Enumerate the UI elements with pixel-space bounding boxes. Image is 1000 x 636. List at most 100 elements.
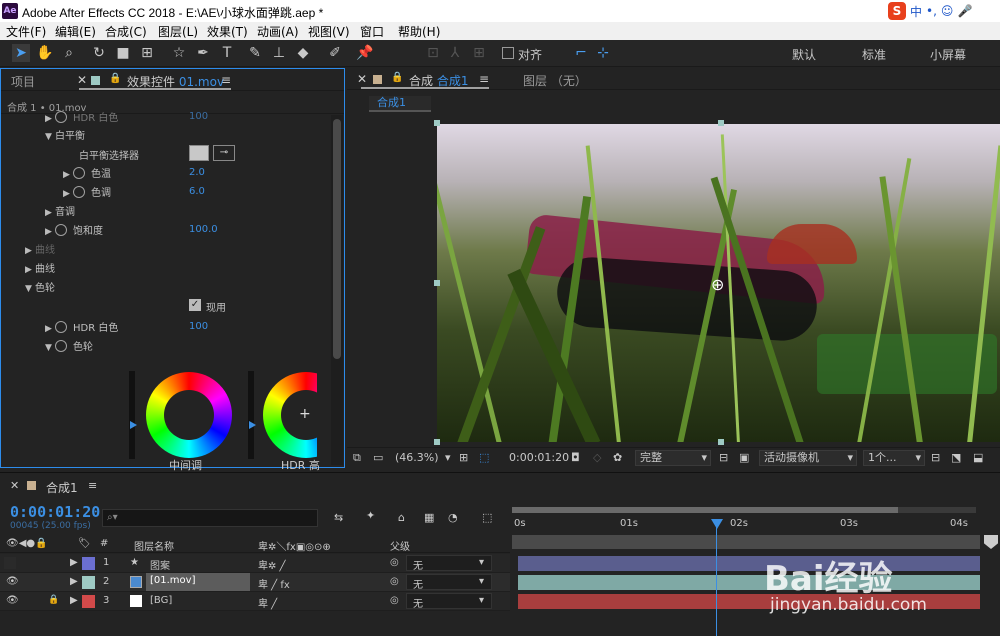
timeline-search-input[interactable]: ⌕▾: [102, 509, 318, 527]
zoom-level[interactable]: (46.3%): [395, 451, 439, 464]
shy-layers-icon[interactable]: ⌂: [398, 511, 405, 524]
layer-handle[interactable]: [434, 439, 440, 445]
menu-help[interactable]: 帮助(H): [398, 23, 440, 40]
anchor-point-icon[interactable]: ⊕: [711, 275, 724, 294]
menu-edit[interactable]: 编辑(E): [55, 23, 96, 40]
playhead-line[interactable]: [716, 519, 717, 636]
workspace-standard[interactable]: 标准: [862, 46, 886, 63]
prop-hdr-white-top[interactable]: ▶ HDR 白色: [45, 109, 118, 124]
tab-project[interactable]: 项目: [11, 73, 35, 90]
region-of-interest-icon[interactable]: ⬚: [479, 451, 489, 464]
puppet-pin-tool-icon[interactable]: 📌: [356, 44, 374, 62]
layer-switches[interactable]: 卑 ╱: [258, 595, 277, 610]
midtones-slider[interactable]: [129, 371, 135, 459]
hand-tool-icon[interactable]: ✋: [36, 44, 54, 62]
parent-select[interactable]: 无 ▾: [406, 555, 492, 572]
layer-switches[interactable]: 卑✲ ╱: [258, 557, 286, 572]
close-icon[interactable]: ✕: [77, 73, 87, 87]
views-select[interactable]: 1个... ▾: [863, 450, 925, 466]
midtones-wheel-center[interactable]: [164, 390, 214, 440]
channel-icon[interactable]: ✿: [613, 451, 622, 464]
hdr-slider-handle[interactable]: [249, 421, 256, 429]
pen-tool-icon[interactable]: ✒: [194, 44, 212, 62]
layer-handle[interactable]: [434, 120, 440, 126]
stopwatch-icon[interactable]: [55, 224, 67, 236]
panel-menu-icon[interactable]: ≡: [221, 73, 231, 87]
prop-tone[interactable]: ▶ 音调: [45, 203, 75, 218]
ime-toolbar[interactable]: S 中 •, ☺ 🎤: [888, 2, 972, 20]
selection-tool-icon[interactable]: ➤: [12, 44, 30, 62]
prop-hdr-white[interactable]: ▶ HDR 白色: [45, 319, 118, 334]
workspace-default[interactable]: 默认: [792, 46, 816, 63]
close-icon[interactable]: ✕: [357, 72, 367, 86]
world-axis-icon[interactable]: ⅄: [446, 44, 464, 62]
flowchart-icon[interactable]: ⬓: [973, 451, 983, 464]
snap-checkbox[interactable]: [502, 47, 514, 59]
stopwatch-icon[interactable]: [73, 167, 85, 179]
val-tint[interactable]: 6.0: [189, 186, 205, 197]
mic-icon[interactable]: 🎤: [957, 4, 972, 18]
emoji-icon[interactable]: ☺: [941, 4, 954, 18]
fast-previews-icon[interactable]: ⊟: [719, 451, 728, 464]
pickwhip-icon[interactable]: ◎: [390, 595, 399, 606]
comp-button-icon[interactable]: [984, 535, 998, 549]
close-icon[interactable]: ✕: [10, 479, 19, 492]
grid-icon[interactable]: ⊞: [459, 451, 468, 464]
tab-timeline-comp[interactable]: 合成1: [46, 479, 78, 496]
layer-name[interactable]: [BG]: [150, 595, 172, 606]
prop-color-wheels[interactable]: ▼ 色轮: [25, 279, 55, 294]
camera-tool-icon[interactable]: ■: [114, 44, 132, 62]
motion-blur-icon[interactable]: ◔: [448, 511, 458, 524]
layer-handle[interactable]: [434, 280, 440, 286]
layer-handle[interactable]: [718, 439, 724, 445]
view-axis-icon[interactable]: ⊞: [470, 44, 488, 62]
layer-bar-1[interactable]: [518, 556, 980, 571]
stopwatch-icon[interactable]: [73, 186, 85, 198]
text-tool-icon[interactable]: T: [218, 44, 236, 62]
brush-tool-icon[interactable]: ✎: [246, 44, 264, 62]
pickwhip-icon[interactable]: ◎: [390, 576, 399, 587]
layer-label-color[interactable]: [82, 595, 95, 608]
eye-icon[interactable]: 👁: [6, 595, 19, 606]
stopwatch-icon[interactable]: [55, 111, 67, 123]
layer-label-color[interactable]: [82, 557, 95, 570]
clone-stamp-tool-icon[interactable]: ⊥: [270, 44, 288, 62]
draft-3d-icon[interactable]: ✦: [366, 509, 375, 522]
prop-white-balance[interactable]: ▼ 白平衡: [45, 127, 85, 142]
comp-mini-flowchart-icon[interactable]: ⇆: [334, 511, 343, 524]
comp-breadcrumb[interactable]: 合成1: [369, 96, 431, 112]
parent-select[interactable]: 无 ▾: [406, 593, 492, 610]
shape-tool-icon[interactable]: ☆: [170, 44, 188, 62]
prop-color-wheel-group[interactable]: ▼ 色轮: [45, 338, 93, 353]
eye-icon[interactable]: 👁: [6, 576, 19, 587]
graph-editor-icon[interactable]: ⬚: [482, 511, 492, 524]
show-snapshot-icon[interactable]: ◇: [593, 451, 601, 464]
time-ruler[interactable]: 0s 01s 02s 03s 04s: [512, 515, 982, 533]
workspace-small-screen[interactable]: 小屏幕: [930, 46, 966, 63]
lock-icon[interactable]: 🔒: [109, 73, 121, 84]
layer-row-2[interactable]: 👁 ▶ 2 [01.mov] 卑 ╱ fx ◎ 无 ▾: [0, 573, 510, 592]
stopwatch-icon[interactable]: [55, 321, 67, 333]
menu-animation[interactable]: 动画(A): [257, 23, 299, 40]
panel-menu-icon[interactable]: ≡: [88, 479, 97, 492]
always-preview-icon[interactable]: ⧉: [353, 451, 361, 465]
layer-name-selected[interactable]: [01.mov]: [146, 573, 250, 591]
sogou-logo-icon[interactable]: S: [888, 2, 906, 20]
layer-label-color[interactable]: [82, 576, 95, 589]
enable-checkbox[interactable]: ✓: [189, 299, 201, 311]
stopwatch-icon[interactable]: [55, 340, 67, 352]
prop-tint[interactable]: ▶ 色调: [63, 184, 111, 199]
snapshot-icon[interactable]: ◘: [571, 451, 580, 464]
ime-lang[interactable]: 中: [910, 3, 922, 20]
monitor-icon[interactable]: ▭: [373, 451, 383, 464]
composition-viewer[interactable]: ⊕: [437, 124, 1000, 442]
transparency-grid-icon[interactable]: ▣: [739, 451, 749, 464]
menu-layer[interactable]: 图层(L): [158, 23, 198, 40]
work-area-bar[interactable]: [512, 535, 980, 549]
menu-effect[interactable]: 效果(T): [207, 23, 248, 40]
prop-curves-a[interactable]: ▶ 曲线: [25, 241, 55, 256]
viewer-timecode[interactable]: 0:00:01:20: [509, 451, 569, 464]
expand-arrow-icon[interactable]: ▶: [70, 557, 78, 568]
frame-blending-icon[interactable]: ▦: [424, 511, 434, 524]
work-area-range[interactable]: [512, 507, 898, 513]
